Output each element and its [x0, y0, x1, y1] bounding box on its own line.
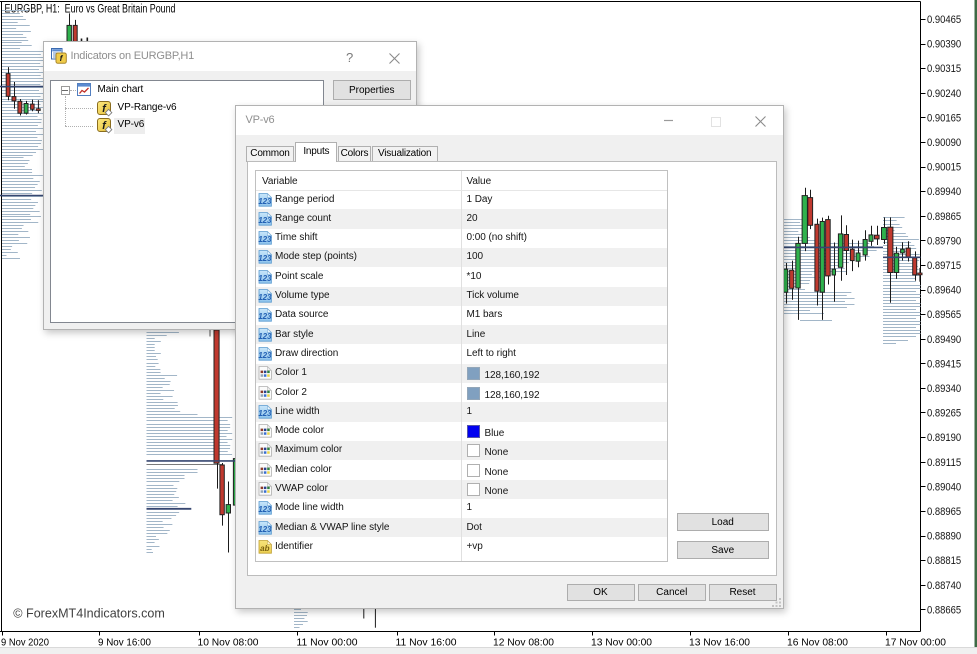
svg-text:© ForexMT4Indicators.com: © ForexMT4Indicators.com	[13, 606, 165, 621]
svg-text:0.89115: 0.89115	[927, 457, 961, 469]
svg-text:ab: ab	[260, 544, 269, 553]
svg-text:17 Nov 00:00: 17 Nov 00:00	[885, 637, 946, 649]
svg-text:13 Nov 16:00: 13 Nov 16:00	[689, 637, 750, 649]
svg-text:0.90465: 0.90465	[927, 14, 961, 26]
svg-text:0.89490: 0.89490	[927, 334, 961, 346]
svg-text:123: 123	[258, 312, 272, 321]
svg-text:0.89265: 0.89265	[927, 408, 961, 420]
svg-text:11 Nov 16:00: 11 Nov 16:00	[396, 637, 457, 649]
svg-text:0.89190: 0.89190	[927, 432, 961, 444]
svg-text:0.90015: 0.90015	[927, 162, 961, 174]
svg-text:123: 123	[258, 273, 272, 282]
svg-text:0.90165: 0.90165	[927, 112, 961, 124]
svg-text:0.89715: 0.89715	[927, 260, 961, 272]
svg-text:0.88815: 0.88815	[927, 555, 961, 567]
svg-text:0.89640: 0.89640	[927, 285, 961, 297]
svg-text:123: 123	[258, 235, 272, 244]
svg-text:12 Nov 08:00: 12 Nov 08:00	[493, 637, 554, 649]
svg-text:0.89565: 0.89565	[927, 309, 961, 321]
svg-text:16 Nov 08:00: 16 Nov 08:00	[787, 637, 848, 649]
svg-text:123: 123	[258, 409, 272, 418]
svg-text:0.89940: 0.89940	[927, 186, 961, 198]
svg-text:0.88965: 0.88965	[927, 506, 961, 518]
svg-text:0.89415: 0.89415	[927, 358, 961, 370]
svg-text:0.88890: 0.88890	[927, 531, 961, 543]
svg-text:0.89040: 0.89040	[927, 481, 961, 493]
svg-text:123: 123	[258, 196, 272, 205]
svg-text:123: 123	[258, 505, 272, 514]
svg-text:EURGBP, H1: Euro vs Great Bri: EURGBP, H1: Euro vs Great Britain Pound	[5, 3, 176, 15]
svg-text:11 Nov 00:00: 11 Nov 00:00	[297, 637, 358, 649]
svg-text:10 Nov 08:00: 10 Nov 08:00	[198, 637, 259, 649]
svg-text:0.90090: 0.90090	[927, 137, 961, 149]
svg-text:123: 123	[258, 524, 272, 533]
svg-text:123: 123	[258, 293, 272, 302]
svg-text:9 Nov 2020: 9 Nov 2020	[1, 637, 49, 649]
svg-text:0.89340: 0.89340	[927, 383, 961, 395]
svg-text:0.89790: 0.89790	[927, 235, 961, 247]
svg-text:0.88740: 0.88740	[927, 580, 961, 592]
svg-text:0.90240: 0.90240	[927, 88, 961, 100]
svg-text:13 Nov 00:00: 13 Nov 00:00	[591, 637, 652, 649]
svg-text:123: 123	[258, 331, 272, 340]
svg-text:0.89865: 0.89865	[927, 211, 961, 223]
svg-text:9 Nov 16:00: 9 Nov 16:00	[98, 637, 151, 649]
svg-text:123: 123	[258, 254, 272, 263]
svg-text:123: 123	[258, 216, 272, 225]
svg-text:0.90315: 0.90315	[927, 63, 961, 75]
svg-text:123: 123	[258, 351, 272, 360]
svg-text:0.90390: 0.90390	[927, 39, 961, 51]
svg-text:0.88665: 0.88665	[927, 604, 961, 616]
